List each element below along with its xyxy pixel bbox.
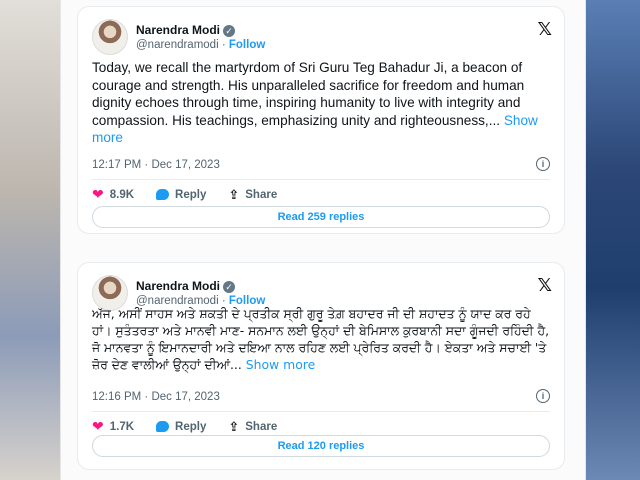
- action-bar: ❤ 8.9K Reply ⇪ Share: [92, 186, 277, 203]
- author-name[interactable]: Narendra Modi ✓: [136, 279, 236, 293]
- follow-button[interactable]: Follow: [229, 39, 265, 51]
- tweet-card[interactable]: Narendra Modi ✓ @narendramodi · Follow 𝕏 …: [77, 262, 565, 470]
- reply-bubble-icon: [156, 421, 170, 432]
- share-icon: ⇪: [228, 418, 240, 434]
- author-handle: @narendramodi · Follow: [136, 39, 266, 51]
- share-icon: ⇪: [228, 186, 240, 202]
- tweet-text: Today, we recall the martyrdom of Sri Gu…: [92, 60, 538, 145]
- show-more-link[interactable]: Show more: [246, 357, 315, 372]
- tweets-panel: Narendra Modi ✓ @narendramodi · Follow 𝕏 …: [60, 0, 586, 480]
- tweet-card[interactable]: Narendra Modi ✓ @narendramodi · Follow 𝕏 …: [77, 6, 565, 234]
- avatar[interactable]: [92, 19, 128, 55]
- timestamp[interactable]: 12:16 PM · Dec 17, 2023: [92, 391, 220, 403]
- x-logo-icon[interactable]: 𝕏: [537, 275, 552, 296]
- divider: [92, 411, 550, 412]
- reply-button[interactable]: Reply: [156, 189, 206, 201]
- reply-button[interactable]: Reply: [156, 421, 206, 433]
- read-replies-button[interactable]: Read 259 replies: [92, 206, 550, 228]
- timestamp[interactable]: 12:17 PM · Dec 17, 2023: [92, 159, 220, 171]
- like-button[interactable]: ❤ 8.9K: [92, 186, 134, 203]
- heart-icon: ❤: [92, 418, 104, 434]
- heart-icon: ❤: [92, 186, 104, 202]
- action-bar: ❤ 1.7K Reply ⇪ Share: [92, 418, 277, 435]
- tweet-text: ਅੱਜ, ਅਸੀਂ ਸਾਹਸ ਅਤੇ ਸ਼ਕਤੀ ਦੇ ਪ੍ਰਤੀਕ ਸ੍ਰੀ …: [92, 306, 550, 372]
- verified-badge-icon: ✓: [223, 24, 236, 37]
- reply-bubble-icon: [156, 189, 170, 200]
- author-name[interactable]: Narendra Modi ✓: [136, 23, 236, 37]
- info-icon[interactable]: i: [536, 389, 550, 403]
- like-count: 1.7K: [109, 420, 135, 433]
- info-icon[interactable]: i: [536, 157, 550, 171]
- verified-badge-icon: ✓: [223, 280, 236, 293]
- read-replies-button[interactable]: Read 120 replies: [92, 435, 550, 457]
- like-button[interactable]: ❤ 1.7K: [92, 418, 134, 435]
- share-button[interactable]: ⇪ Share: [228, 419, 277, 435]
- x-logo-icon[interactable]: 𝕏: [537, 19, 552, 40]
- divider: [92, 179, 550, 180]
- like-count: 8.9K: [109, 188, 135, 201]
- share-button[interactable]: ⇪ Share: [228, 187, 277, 203]
